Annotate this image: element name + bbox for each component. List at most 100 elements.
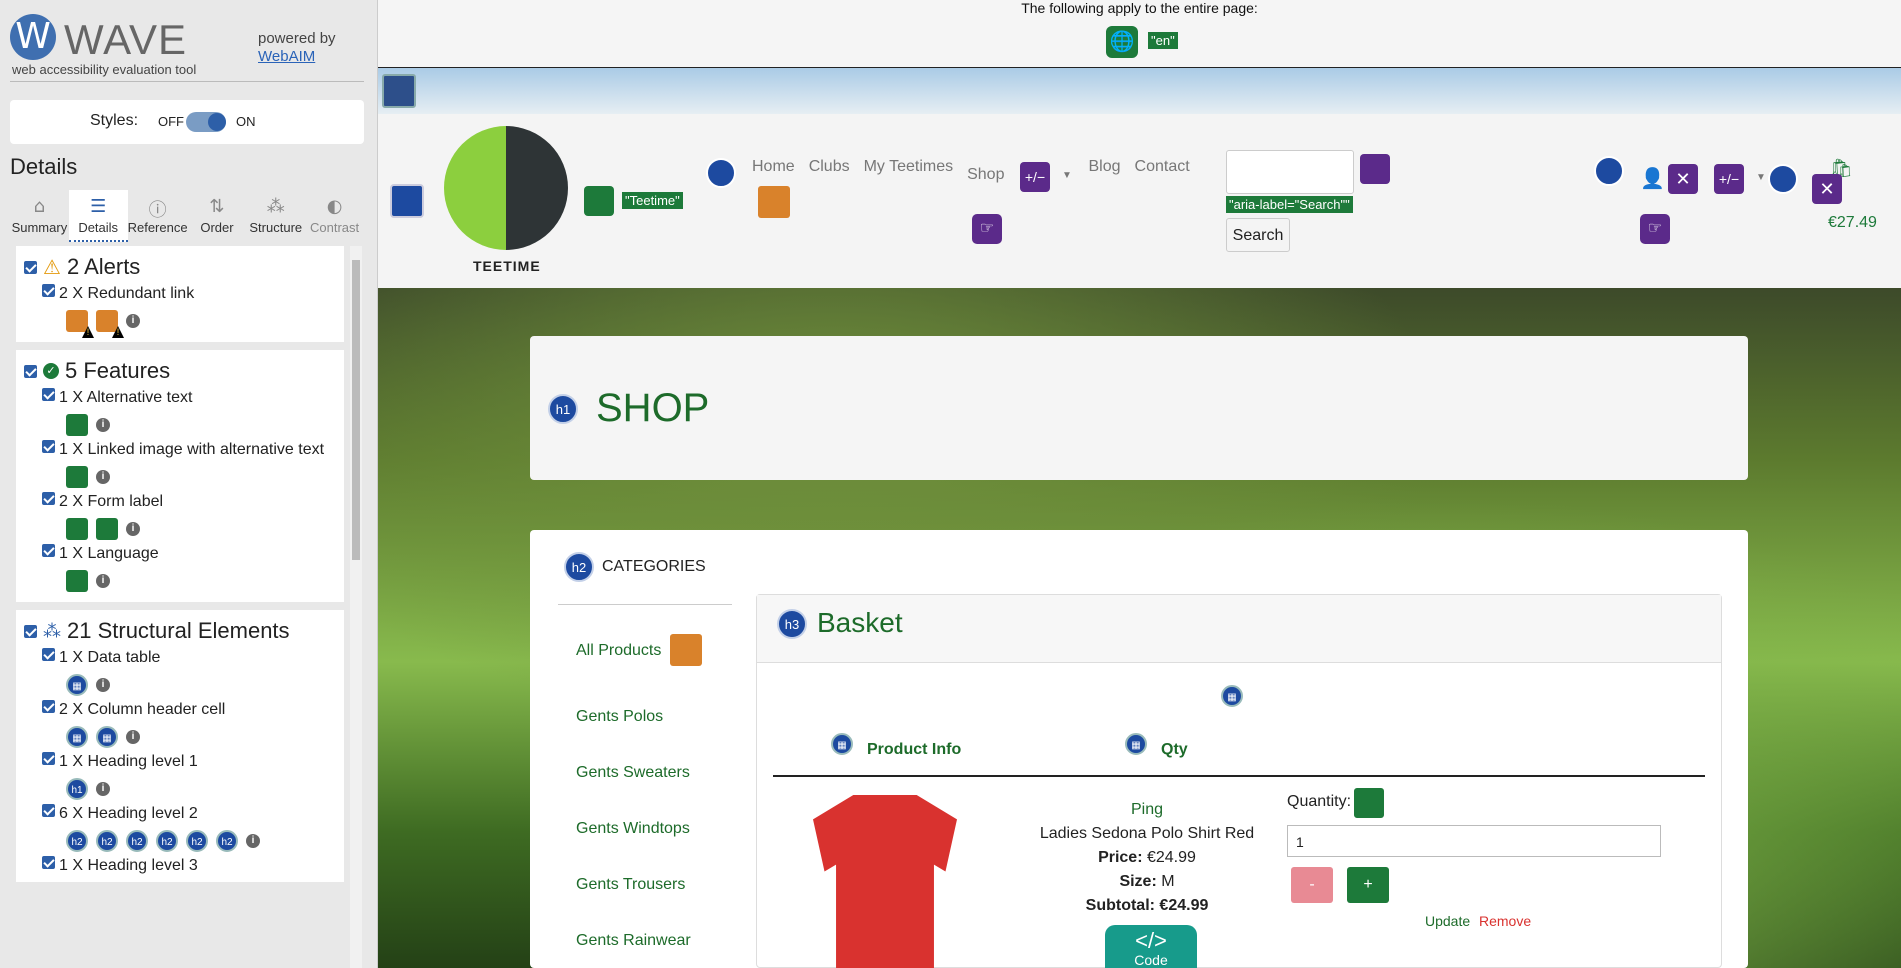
info-icon[interactable]: i bbox=[246, 834, 260, 848]
heading-3-icon[interactable]: h3 bbox=[777, 609, 807, 639]
unordered-list-icon[interactable] bbox=[706, 158, 736, 188]
item-checkbox[interactable] bbox=[42, 284, 55, 297]
webaim-link[interactable]: WebAIM bbox=[258, 48, 336, 66]
column-header-icon[interactable]: ▦ bbox=[96, 726, 118, 748]
redundant-link-icon[interactable] bbox=[758, 186, 790, 218]
category-gents-trousers[interactable]: Gents Trousers bbox=[576, 876, 685, 894]
update-link[interactable]: Update bbox=[1425, 913, 1470, 929]
features-checkbox[interactable] bbox=[24, 364, 37, 378]
unordered-list-icon[interactable] bbox=[1768, 164, 1798, 194]
styles-toggle[interactable] bbox=[186, 112, 226, 132]
aria-icon[interactable]: ☞ bbox=[972, 214, 1002, 244]
item-checkbox[interactable] bbox=[42, 700, 55, 713]
nav-contact[interactable]: Contact bbox=[1135, 158, 1190, 184]
language-icon[interactable] bbox=[66, 570, 88, 592]
unordered-list-icon[interactable] bbox=[1594, 156, 1624, 186]
linked-image-alt-icon[interactable] bbox=[584, 186, 614, 216]
form-label-icon[interactable] bbox=[96, 518, 118, 540]
document-structure-icon[interactable] bbox=[382, 74, 416, 108]
category-all-products[interactable]: All Products bbox=[576, 642, 661, 660]
alt-text-icon[interactable] bbox=[66, 414, 88, 436]
info-icon[interactable]: i bbox=[96, 574, 110, 588]
info-icon[interactable]: i bbox=[126, 522, 140, 536]
tab-summary[interactable]: ⌂ Summary bbox=[10, 190, 69, 242]
column-header-icon[interactable]: ▦ bbox=[66, 726, 88, 748]
form-label-icon[interactable] bbox=[1353, 787, 1385, 819]
quantity-input[interactable]: 1 bbox=[1287, 825, 1661, 857]
item-checkbox[interactable] bbox=[42, 752, 55, 765]
increase-quantity-button[interactable]: + bbox=[1347, 867, 1389, 903]
nav-my-teetimes[interactable]: My Teetimes bbox=[864, 158, 954, 184]
category-gents-windtops[interactable]: Gents Windtops bbox=[576, 820, 690, 838]
form-label-icon[interactable] bbox=[66, 518, 88, 540]
decrease-quantity-button[interactable]: - bbox=[1291, 867, 1333, 903]
item-checkbox[interactable] bbox=[42, 856, 55, 869]
linked-image-icon[interactable] bbox=[66, 466, 88, 488]
user-icon[interactable]: 👤 bbox=[1640, 166, 1665, 191]
heading-2-icon[interactable]: h2 bbox=[66, 830, 88, 852]
nav-blog[interactable]: Blog bbox=[1088, 158, 1120, 184]
info-icon[interactable]: i bbox=[126, 314, 140, 328]
category-gents-rainwear[interactable]: Gents Rainwear bbox=[576, 932, 691, 950]
info-icon[interactable]: i bbox=[96, 782, 110, 796]
redundant-link-icon[interactable] bbox=[96, 310, 118, 332]
product-brand[interactable]: Ping bbox=[1057, 801, 1237, 819]
data-table-icon[interactable]: ▦ bbox=[1221, 685, 1243, 707]
nav-shop[interactable]: Shop bbox=[967, 166, 1004, 184]
item-checkbox[interactable] bbox=[42, 440, 55, 453]
tab-structure[interactable]: ⁂ Structure bbox=[246, 190, 305, 242]
column-header-icon[interactable]: ▦ bbox=[831, 733, 853, 755]
aria-hidden-icon[interactable]: ✕ bbox=[1668, 164, 1698, 194]
aria-expanded-icon[interactable]: +/− bbox=[1714, 164, 1744, 194]
heading-2-icon[interactable]: h2 bbox=[156, 830, 178, 852]
heading-1-icon[interactable]: h1 bbox=[548, 394, 578, 424]
toggle-knob[interactable] bbox=[208, 113, 226, 131]
info-icon[interactable]: i bbox=[96, 418, 110, 432]
alerts-checkbox[interactable] bbox=[24, 260, 37, 274]
aria-expanded-icon[interactable]: +/− bbox=[1020, 162, 1050, 192]
item-checkbox[interactable] bbox=[42, 648, 55, 661]
column-header-icon[interactable]: ▦ bbox=[1125, 733, 1147, 755]
nav-clubs[interactable]: Clubs bbox=[809, 158, 850, 184]
redundant-link-icon[interactable] bbox=[670, 634, 702, 666]
info-icon[interactable]: i bbox=[126, 730, 140, 744]
search-button[interactable]: Search bbox=[1226, 218, 1290, 252]
aria-icon[interactable]: ☞ bbox=[1640, 214, 1670, 244]
data-table-icon[interactable]: ▦ bbox=[66, 674, 88, 696]
cart-total[interactable]: €27.49 bbox=[1828, 214, 1877, 232]
nav-home[interactable]: Home bbox=[752, 158, 795, 184]
item-checkbox[interactable] bbox=[42, 492, 55, 505]
language-icon[interactable]: 🌐 bbox=[1106, 26, 1138, 58]
info-icon[interactable]: i bbox=[96, 470, 110, 484]
scrollbar-thumb[interactable] bbox=[352, 260, 360, 560]
item-checkbox[interactable] bbox=[42, 388, 55, 401]
category-gents-polos[interactable]: Gents Polos bbox=[576, 708, 663, 726]
heading-2-icon[interactable]: h2 bbox=[126, 830, 148, 852]
info-icon[interactable]: i bbox=[96, 678, 110, 692]
tab-details[interactable]: ☰ Details bbox=[68, 190, 128, 242]
heading-1-icon[interactable]: h1 bbox=[66, 778, 88, 800]
list-icon[interactable] bbox=[390, 184, 424, 218]
chevron-down-icon[interactable]: ▼ bbox=[1062, 170, 1072, 181]
code-icon[interactable]: </> Code bbox=[1105, 925, 1197, 968]
heading-2-icon[interactable]: h2 bbox=[186, 830, 208, 852]
heading-2-icon[interactable]: h2 bbox=[96, 830, 118, 852]
structure-checkbox[interactable] bbox=[24, 624, 37, 638]
chevron-down-icon[interactable]: ▼ bbox=[1756, 172, 1766, 183]
heading-2-icon[interactable]: h2 bbox=[564, 552, 594, 582]
remove-link[interactable]: Remove bbox=[1479, 913, 1531, 929]
aria-hidden-icon[interactable]: ✕ bbox=[1812, 174, 1842, 204]
panel-scrollbar[interactable] bbox=[350, 246, 362, 968]
teetime-logo-image[interactable] bbox=[444, 126, 568, 250]
item-checkbox[interactable] bbox=[42, 804, 55, 817]
tab-reference[interactable]: ⓘ Reference bbox=[128, 190, 188, 242]
redundant-link-icon[interactable] bbox=[66, 310, 88, 332]
alt-text-tag: "Teetime" bbox=[622, 192, 683, 209]
tab-contrast[interactable]: ◐ Contrast bbox=[305, 190, 364, 242]
heading-2-icon[interactable]: h2 bbox=[216, 830, 238, 852]
form-label-icon[interactable] bbox=[1360, 154, 1390, 184]
category-gents-sweaters[interactable]: Gents Sweaters bbox=[576, 764, 690, 782]
item-checkbox[interactable] bbox=[42, 544, 55, 557]
tab-order[interactable]: ⇅ Order bbox=[188, 190, 247, 242]
search-input[interactable] bbox=[1226, 150, 1354, 194]
